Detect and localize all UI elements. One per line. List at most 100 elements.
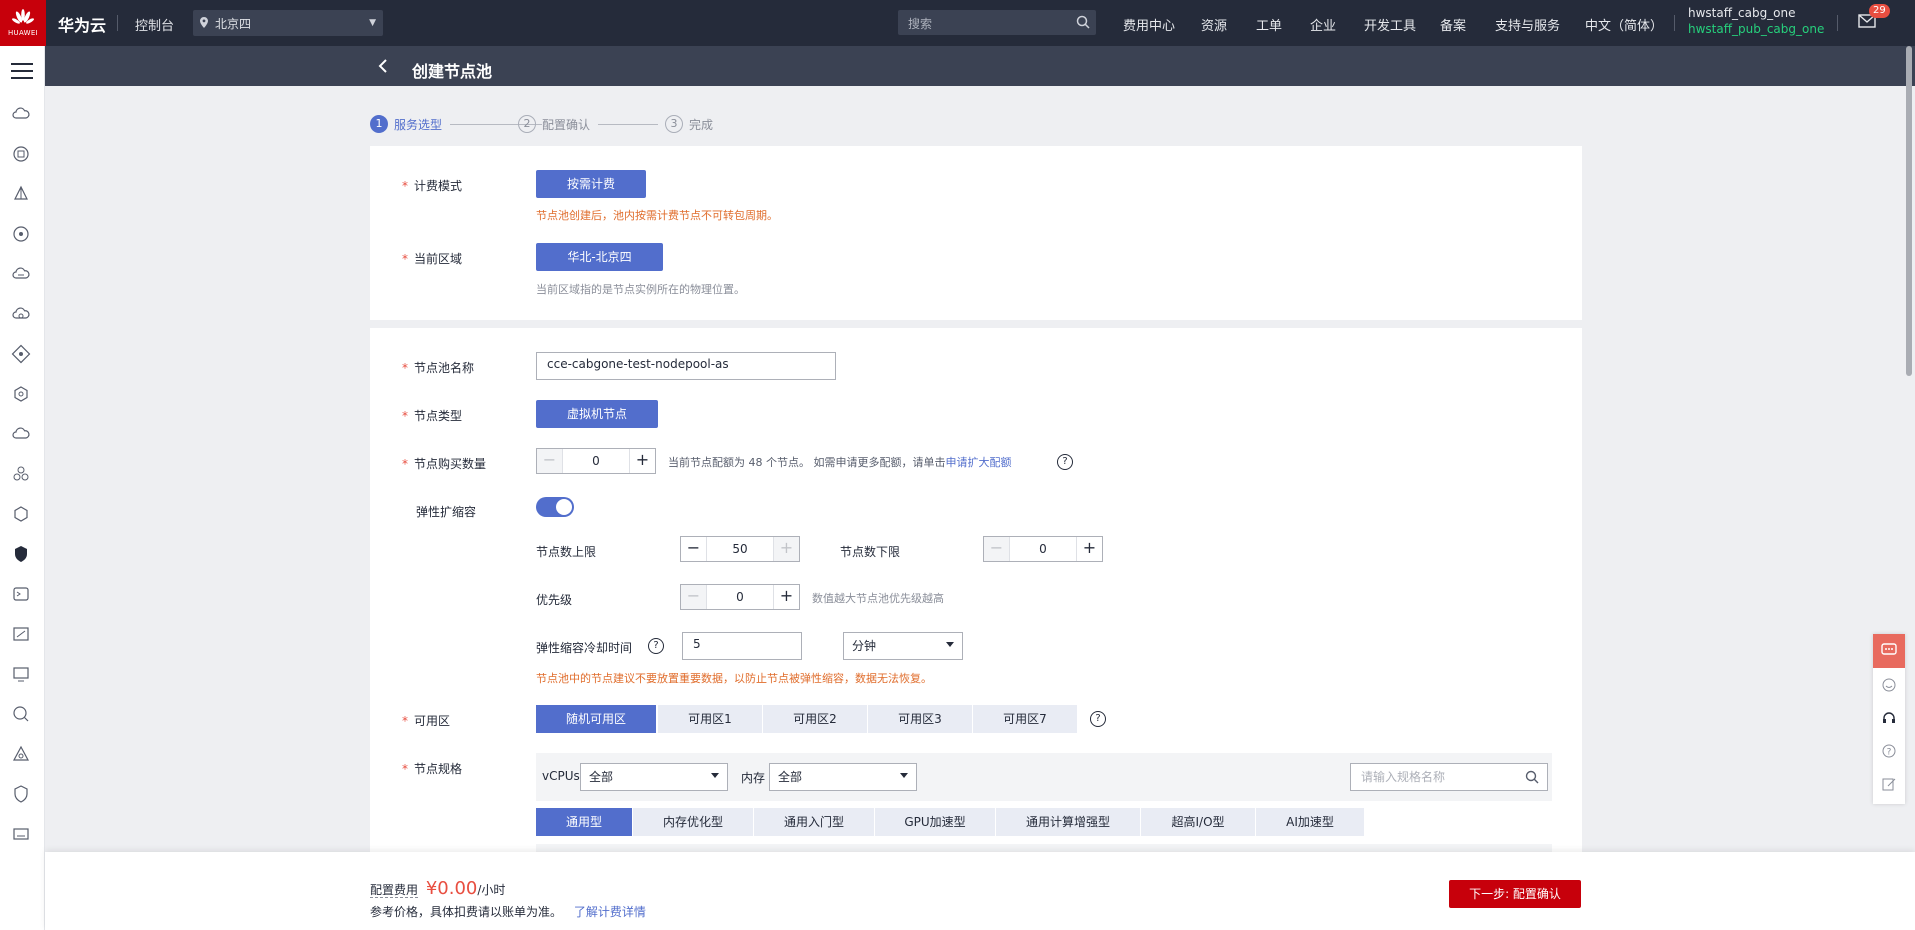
step-3-number: 3 <box>665 115 683 133</box>
security-shield-icon[interactable] <box>11 784 31 804</box>
nav-filing[interactable]: 备案 <box>1440 15 1466 34</box>
global-search-input[interactable]: 搜索 <box>898 10 1096 35</box>
terminal-icon[interactable] <box>11 584 31 604</box>
max-nodes-value[interactable]: 50 <box>707 537 773 561</box>
fee-note: 参考价格，具体扣费请以账单为准。 了解计费详情 <box>370 905 646 919</box>
az-3[interactable]: 可用区3 <box>868 705 972 733</box>
network-icon[interactable] <box>11 184 31 204</box>
spec-tab-io[interactable]: 超高I/O型 <box>1141 808 1255 836</box>
cloud-backup-icon[interactable] <box>11 304 31 324</box>
billing-details-link[interactable]: 了解计费详情 <box>574 905 646 919</box>
nodepool-name-input[interactable]: cce-cabgone-test-nodepool-as <box>536 352 836 380</box>
min-nodes-value[interactable]: 0 <box>1010 537 1076 561</box>
help-icon[interactable]: ? <box>1090 711 1106 727</box>
az-random[interactable]: 随机可用区 <box>536 705 656 733</box>
edit-note-icon[interactable] <box>1882 777 1896 791</box>
fee-row: 配置费用 ¥0.00/小时 <box>370 878 505 899</box>
plus-icon[interactable]: + <box>629 449 655 473</box>
nav-language[interactable]: 中文（简体） <box>1585 15 1663 34</box>
vcpu-select[interactable]: 全部 <box>580 763 728 791</box>
priority-stepper[interactable]: − 0 + <box>680 584 800 610</box>
container-icon[interactable] <box>11 344 31 364</box>
api-icon[interactable] <box>11 624 31 644</box>
shield-icon[interactable] <box>11 544 31 564</box>
cooldown-label: 弹性缩容冷却时间 <box>536 641 633 655</box>
nav-tickets[interactable]: 工单 <box>1256 15 1282 34</box>
billing-on-demand-button[interactable]: 按需计费 <box>536 170 646 198</box>
fee-label[interactable]: 配置费用 <box>370 883 419 898</box>
autoscale-toggle[interactable] <box>536 497 574 517</box>
min-nodes-stepper[interactable]: − 0 + <box>983 536 1103 562</box>
user-name[interactable]: hwstaff_cabg_one <box>1688 6 1796 20</box>
az-7[interactable]: 可用区7 <box>973 705 1077 733</box>
search-icon[interactable] <box>1525 770 1539 784</box>
caret-down-icon <box>900 773 908 778</box>
hamburger-menu-icon[interactable] <box>11 62 33 80</box>
memory-select[interactable]: 全部 <box>769 763 917 791</box>
nav-support[interactable]: 支持与服务 <box>1495 15 1560 34</box>
plus-icon[interactable]: + <box>773 585 799 609</box>
spec-tab-compute[interactable]: 通用计算增强型 <box>996 808 1140 836</box>
page-scrollbar[interactable] <box>1906 46 1912 376</box>
cloud-server-icon[interactable] <box>11 104 31 124</box>
minus-icon[interactable]: − <box>984 537 1010 561</box>
cluster-icon[interactable] <box>11 464 31 484</box>
plus-icon[interactable]: + <box>1076 537 1102 561</box>
cce-icon[interactable] <box>11 144 31 164</box>
spec-tab-general[interactable]: 通用型 <box>536 808 632 836</box>
feedback-button[interactable] <box>1873 634 1905 668</box>
huawei-logo[interactable]: HUAWEI <box>0 0 46 46</box>
az-1[interactable]: 可用区1 <box>658 705 762 733</box>
region-selector[interactable]: 北京四 ▼ <box>193 10 383 36</box>
back-arrow-icon[interactable] <box>378 59 388 73</box>
minus-icon[interactable]: − <box>537 449 563 473</box>
vm-node-button[interactable]: 虚拟机节点 <box>536 400 658 428</box>
search-icon[interactable] <box>1076 15 1090 29</box>
current-region-button[interactable]: 华北-北京四 <box>536 243 663 271</box>
spec-tab-entry[interactable]: 通用入门型 <box>754 808 874 836</box>
nav-resources[interactable]: 资源 <box>1201 15 1227 34</box>
node-type-label: * 节点类型 <box>402 409 463 423</box>
console-link[interactable]: 控制台 <box>135 15 174 34</box>
apply-quota-link[interactable]: 申请扩大配额 <box>946 456 1012 469</box>
ip-icon[interactable] <box>11 224 31 244</box>
cooldown-unit-select[interactable]: 分钟 <box>843 632 963 660</box>
node-quantity-value[interactable]: 0 <box>563 449 629 473</box>
node-quantity-stepper[interactable]: − 0 + <box>536 448 656 474</box>
settings-hex-icon[interactable] <box>11 384 31 404</box>
deploy-icon[interactable] <box>11 744 31 764</box>
autoscale-label: 弹性扩缩容 <box>416 505 477 519</box>
spec-table-header <box>536 844 1552 852</box>
user-account[interactable]: hwstaff_pub_cabg_one <box>1688 22 1824 36</box>
keyboard-icon[interactable] <box>11 824 31 844</box>
minus-icon[interactable]: − <box>681 585 707 609</box>
spec-tab-memory[interactable]: 内存优化型 <box>633 808 753 836</box>
quota-hint: 当前节点配额为 48 个节点。 如需申请更多配额，请单击申请扩大配额 <box>668 456 1012 469</box>
spec-search-input[interactable]: 请输入规格名称 <box>1350 763 1548 791</box>
headset-icon[interactable] <box>1882 711 1896 725</box>
search-service-icon[interactable] <box>11 704 31 724</box>
security-hex-icon[interactable] <box>11 504 31 524</box>
help-icon[interactable]: ? <box>1057 454 1073 470</box>
cloud-monitor-icon[interactable] <box>11 424 31 444</box>
spec-tab-gpu[interactable]: GPU加速型 <box>875 808 995 836</box>
nav-dev-tools[interactable]: 开发工具 <box>1364 15 1416 34</box>
max-nodes-stepper[interactable]: − 50 + <box>680 536 800 562</box>
spec-tab-ai[interactable]: AI加速型 <box>1256 808 1364 836</box>
brand-name[interactable]: 华为云 <box>58 12 106 36</box>
plus-icon[interactable]: + <box>773 537 799 561</box>
next-step-button[interactable]: 下一步: 配置确认 <box>1449 880 1581 908</box>
nav-enterprise[interactable]: 企业 <box>1310 15 1336 34</box>
search-placeholder: 搜索 <box>908 17 933 31</box>
nav-billing-center[interactable]: 费用中心 <box>1123 15 1175 34</box>
az-2[interactable]: 可用区2 <box>763 705 867 733</box>
smile-icon[interactable] <box>1882 678 1896 692</box>
billing-hint: 节点池创建后，池内按需计费节点不可转包周期。 <box>536 209 778 222</box>
cooldown-input[interactable]: 5 <box>682 632 802 660</box>
priority-value[interactable]: 0 <box>707 585 773 609</box>
help-icon[interactable]: ? <box>648 638 664 654</box>
minus-icon[interactable]: − <box>681 537 707 561</box>
display-icon[interactable] <box>11 664 31 684</box>
help-circle-icon[interactable]: ? <box>1882 744 1896 758</box>
cloud-storage-icon[interactable] <box>11 264 31 284</box>
